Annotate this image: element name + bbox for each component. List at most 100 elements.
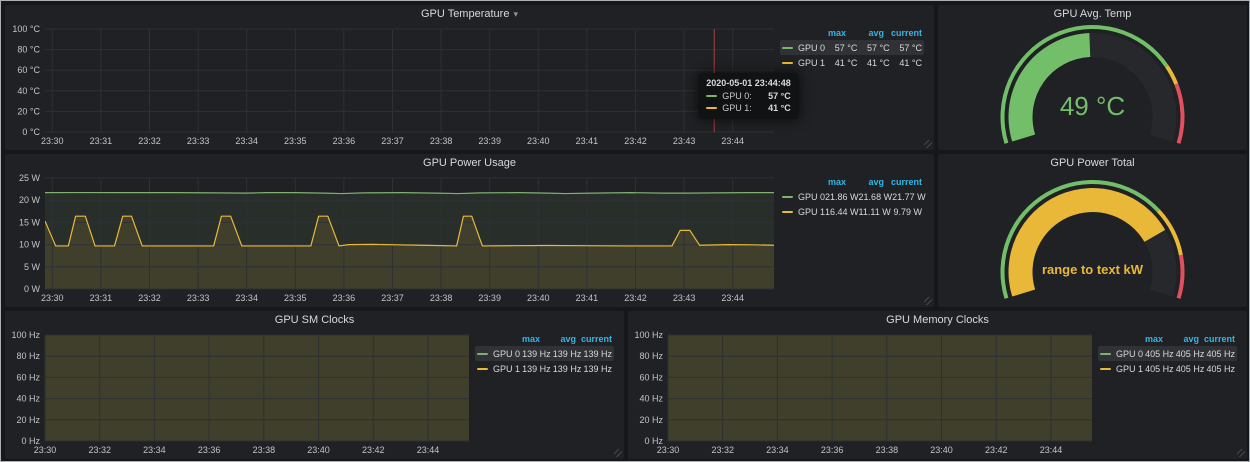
legend-header-current[interactable]: current	[884, 28, 922, 38]
gauge-gpu-avg-temp: 49 °C	[938, 23, 1247, 150]
series-dash-icon	[477, 353, 488, 355]
x-axis-tick-label: 23:44	[1040, 445, 1063, 455]
x-axis-tick-label: 23:32	[88, 445, 111, 455]
chart-gpu-memory-clocks[interactable]: 0 Hz20 Hz40 Hz60 Hz80 Hz100 Hz23:3023:32…	[632, 329, 1098, 457]
legend-header-max[interactable]: max	[808, 177, 846, 187]
y-axis-tick-label: 40 °C	[17, 86, 40, 96]
x-axis-tick-label: 23:40	[527, 136, 550, 146]
x-axis-tick-label: 23:42	[624, 136, 647, 146]
x-axis-tick-label: 23:40	[930, 445, 953, 455]
gauge-gpu-power-total: range to text kW	[938, 172, 1247, 307]
legend-series-toggle-gpu1[interactable]: GPU 1	[477, 364, 520, 374]
y-axis-tick-label: 0 °C	[22, 127, 40, 137]
panel-resize-handle[interactable]	[1237, 449, 1245, 457]
panel-title-gpu-sm-clocks[interactable]: GPU SM Clocks	[5, 311, 624, 329]
chart-gpu-sm-clocks[interactable]: 0 Hz20 Hz40 Hz60 Hz80 Hz100 Hz23:3023:32…	[9, 329, 475, 457]
legend-header-max[interactable]: max	[504, 334, 540, 344]
gauge-canvas: 49 °C	[938, 23, 1247, 150]
panel-title-gpu-memory-clocks[interactable]: GPU Memory Clocks	[628, 311, 1247, 329]
panel-resize-handle[interactable]	[924, 140, 932, 148]
y-axis-tick-label: 100 Hz	[11, 330, 40, 340]
legend-header-max[interactable]: max	[1127, 334, 1163, 344]
legend-header-current[interactable]: current	[576, 334, 612, 344]
legend-series-toggle-gpu0[interactable]: GPU 0	[782, 192, 825, 202]
panel-title-text: GPU Power Usage	[423, 157, 516, 169]
legend-gpu-power-usage: max avg current GPU 0 21.86 W 21.68 W 21…	[780, 172, 930, 305]
panel-resize-handle[interactable]	[614, 449, 622, 457]
panel-resize-handle[interactable]	[924, 297, 932, 305]
legend-header-current[interactable]: current	[884, 177, 922, 187]
panel-title-text: GPU Temperature	[421, 8, 509, 20]
x-axis-tick-label: 23:30	[657, 445, 680, 455]
panel-gpu-sm-clocks: GPU SM Clocks 0 Hz20 Hz40 Hz60 Hz80 Hz10…	[5, 311, 624, 459]
series-dash-icon	[782, 47, 793, 49]
legend-header-avg[interactable]: avg	[540, 334, 576, 344]
legend-row-gpu1: GPU 1 16.44 W 11.11 W 9.79 W	[780, 204, 924, 219]
series-area	[668, 329, 1092, 441]
series-area	[45, 329, 469, 441]
y-axis-tick-label: 80 °C	[17, 45, 40, 55]
legend-header-avg[interactable]: avg	[846, 177, 884, 187]
legend-series-toggle-gpu1[interactable]: GPU 1	[1100, 364, 1143, 374]
x-axis-tick-label: 23:40	[527, 293, 550, 303]
chart-canvas: 0 W5 W10 W15 W20 W25 W23:3023:3123:3223:…	[9, 172, 780, 305]
x-axis-tick-label: 23:39	[478, 293, 501, 303]
y-axis-tick-label: 60 Hz	[16, 372, 40, 382]
chart-canvas: 0 Hz20 Hz40 Hz60 Hz80 Hz100 Hz23:3023:32…	[632, 329, 1098, 457]
panel-gpu-power-usage: GPU Power Usage 0 W5 W10 W15 W20 W25 W23…	[5, 154, 934, 307]
chart-gpu-temperature[interactable]: 0 °C 20 °C 40 °C 60 °C 80 °C 100 °C 23:30 23:31…	[9, 23, 780, 148]
x-axis-tick-label: 23:35	[284, 293, 307, 303]
y-axis-tick-label: 20 °C	[17, 106, 40, 116]
x-axis-tick-label: 23:36	[821, 445, 844, 455]
x-axis-tick-label: 23:43	[673, 293, 696, 303]
legend-header-row: max avg current	[475, 331, 614, 346]
gauge-track-arc	[1144, 230, 1176, 297]
x-axis-tick-label: 23:43	[673, 136, 696, 146]
gauge-canvas: range to text kW	[938, 172, 1247, 307]
x-axis-tick-label: 23:36	[333, 136, 356, 146]
x-axis-tick-label: 23:42	[362, 445, 385, 455]
legend-series-toggle-gpu1[interactable]: GPU 1	[782, 58, 825, 68]
x-axis-tick-label: 23:34	[235, 293, 258, 303]
series-dash-icon	[706, 107, 717, 109]
y-axis-tick-label: 100 °C	[12, 24, 40, 34]
panel-title-text: GPU Memory Clocks	[886, 314, 989, 326]
y-axis-tick-label: 80 Hz	[16, 351, 40, 361]
panel-title-gpu-temperature[interactable]: GPU Temperature ▾	[5, 5, 934, 23]
x-axis-tick-label: 23:34	[766, 445, 789, 455]
x-axis-tick-label: 23:37	[381, 136, 404, 146]
y-axis-tick-label: 5 W	[24, 262, 41, 272]
chevron-down-icon: ▾	[513, 9, 518, 19]
x-axis-tick-label: 23:33	[187, 136, 210, 146]
panel-gpu-temperature: GPU Temperature ▾ 0 °C 20 °C 40 °C 60 °C 80 °…	[5, 5, 934, 150]
panel-title-text: GPU Avg. Temp	[1054, 8, 1132, 20]
legend-series-toggle-gpu0[interactable]: GPU 0	[477, 349, 520, 359]
legend-header-row: max avg current	[780, 174, 924, 189]
legend-series-toggle-gpu0[interactable]: GPU 0	[1100, 349, 1143, 359]
x-axis-tick-label: 23:31	[90, 136, 113, 146]
panel-title-gpu-power-total[interactable]: GPU Power Total	[938, 154, 1247, 172]
panel-title-gpu-power-usage[interactable]: GPU Power Usage	[5, 154, 934, 172]
chart-gpu-power-usage[interactable]: 0 W5 W10 W15 W20 W25 W23:3023:3123:3223:…	[9, 172, 780, 305]
panel-title-text: GPU Power Total	[1050, 157, 1134, 169]
panel-title-gpu-avg-temp[interactable]: GPU Avg. Temp	[938, 5, 1247, 23]
y-axis-tick-label: 10 W	[19, 240, 41, 250]
series-dash-icon	[782, 211, 793, 213]
legend-series-toggle-gpu1[interactable]: GPU 1	[782, 207, 825, 217]
legend-header-avg[interactable]: avg	[846, 28, 884, 38]
legend-row-gpu0: GPU 0 405 Hz 405 Hz 405 Hz	[1098, 346, 1237, 361]
grafana-dashboard: GPU Temperature ▾ 0 °C 20 °C 40 °C 60 °C 80 °…	[0, 0, 1250, 462]
y-axis-tick-label: 15 W	[19, 217, 41, 227]
x-axis-tick-label: 23:30	[41, 136, 64, 146]
legend-row-gpu1: GPU 1 41 °C 41 °C 41 °C	[780, 55, 924, 70]
chart-canvas: 0 Hz20 Hz40 Hz60 Hz80 Hz100 Hz23:3023:32…	[9, 329, 475, 457]
legend-gpu-memory-clocks: max avg current GPU 0 405 Hz 405 Hz 405 …	[1098, 329, 1243, 457]
legend-header-max[interactable]: max	[808, 28, 846, 38]
legend-row-gpu0: GPU 0 21.86 W 21.68 W 21.77 W	[780, 189, 924, 204]
y-axis-tick-label: 60 °C	[17, 65, 40, 75]
x-axis-tick-label: 23:38	[430, 136, 453, 146]
legend-header-avg[interactable]: avg	[1163, 334, 1199, 344]
legend-series-toggle-gpu0[interactable]: GPU 0	[782, 43, 825, 53]
x-axis-tick-label: 23:41	[576, 293, 599, 303]
legend-header-current[interactable]: current	[1199, 334, 1235, 344]
